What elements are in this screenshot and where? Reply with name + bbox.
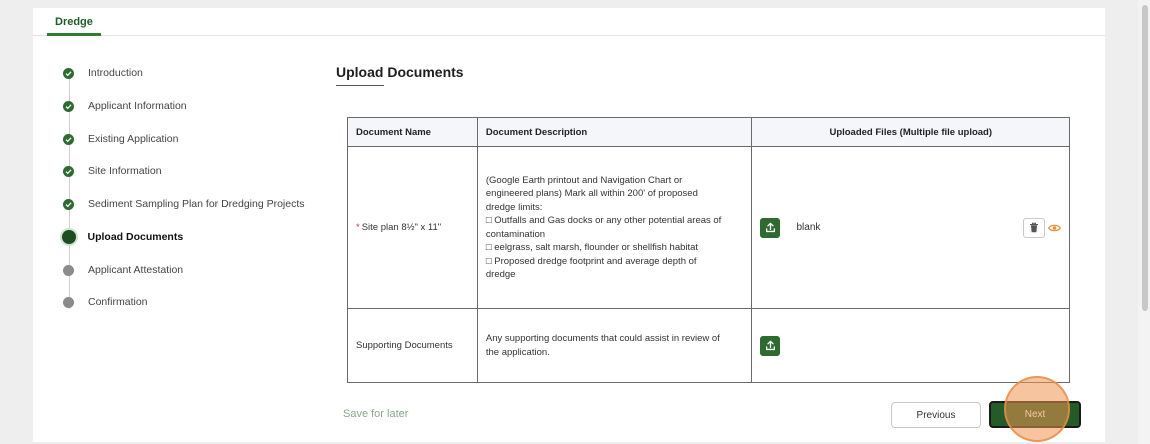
step-label: Existing Application — [88, 133, 179, 145]
step-applicant-attestation[interactable]: Applicant Attestation — [63, 260, 343, 280]
upload-icon — [765, 222, 775, 233]
description-line: (Google Earth printout and Navigation Ch… — [485, 174, 683, 186]
page-scrollbar[interactable] — [1138, 0, 1150, 444]
description-line: the application. — [485, 346, 550, 358]
step-applicant-information[interactable]: Applicant Information — [63, 96, 343, 116]
step-site-information[interactable]: Site Information — [63, 161, 343, 181]
column-header-document-description: Document Description — [476, 117, 753, 147]
section-title-underline — [336, 85, 384, 86]
step-upload-documents[interactable]: Upload Documents — [61, 227, 343, 247]
check-icon — [63, 198, 74, 210]
scrollbar-thumb[interactable] — [1142, 5, 1148, 311]
trash-icon — [1030, 222, 1038, 233]
tab-bar: Dredge — [33, 8, 1105, 36]
upload-icon — [765, 340, 775, 351]
document-name: Supporting Documents — [356, 339, 453, 351]
step-label: Introduction — [88, 67, 143, 79]
step-label: Applicant Information — [88, 100, 187, 112]
uploaded-files-cell: blank — [751, 146, 1070, 309]
step-sediment-sampling-plan[interactable]: Sediment Sampling Plan for Dredging Proj… — [63, 194, 343, 214]
previous-button[interactable]: Previous — [891, 402, 981, 428]
document-description: Any supporting documents that could assi… — [486, 332, 744, 359]
next-button[interactable]: Next — [989, 401, 1081, 428]
step-label: Sediment Sampling Plan for Dredging Proj… — [88, 198, 305, 210]
description-line: contamination — [485, 228, 546, 240]
column-header-uploaded-files: Uploaded Files (Multiple file upload) — [751, 117, 1070, 147]
table-row: * Site plan 8½" x 11" (Google Earth print… — [347, 146, 1070, 309]
eye-icon[interactable] — [1048, 223, 1061, 233]
step-label: Upload Documents — [87, 231, 184, 243]
step-label: Site Information — [88, 165, 162, 177]
description-line: engineered plans) Mark all within 200' o… — [485, 188, 698, 199]
step-confirmation[interactable]: Confirmation — [63, 292, 343, 312]
description-line: dredge — [485, 269, 516, 280]
document-description-cell: Any supporting documents that could assi… — [476, 308, 753, 383]
uploaded-files-cell — [751, 308, 1070, 383]
document-name: Site plan 8½" x 11" — [361, 221, 442, 233]
document-description: (Google Earth printout and Navigation Ch… — [486, 174, 744, 282]
document-description-cell: (Google Earth printout and Navigation Ch… — [476, 146, 753, 309]
delete-file-button[interactable] — [1023, 217, 1045, 238]
step-introduction[interactable]: Introduction — [63, 63, 343, 83]
save-for-later-link[interactable]: Save for later — [343, 408, 408, 420]
description-line: Any supporting documents that could assi… — [485, 333, 720, 344]
pending-step-icon — [63, 264, 74, 276]
check-icon — [63, 165, 74, 177]
description-line: □ eelgrass, salt marsh, flounder or shel… — [485, 242, 699, 253]
check-icon — [63, 100, 74, 112]
description-line: □ Proposed dredge footprint and average … — [485, 255, 697, 267]
step-label: Confirmation — [88, 296, 148, 308]
document-name-cell: Supporting Documents — [347, 308, 478, 383]
documents-table: Document Name Document Description Uploa… — [347, 117, 1070, 383]
step-existing-application[interactable]: Existing Application — [63, 129, 343, 149]
column-header-document-name: Document Name — [347, 117, 478, 147]
step-label: Applicant Attestation — [88, 264, 184, 276]
check-icon — [63, 67, 74, 79]
table-row: Supporting Documents Any supporting docu… — [347, 308, 1070, 383]
upload-button[interactable] — [760, 335, 781, 356]
section-title: Upload Documents — [336, 64, 464, 80]
required-marker: * — [356, 221, 360, 233]
form-card: Dredge Introduction Applicant Informatio… — [33, 8, 1105, 442]
current-step-icon — [61, 230, 76, 244]
table-header-row: Document Name Document Description Uploa… — [347, 117, 1070, 147]
description-line: dredge limits: — [485, 201, 543, 213]
document-name-cell: * Site plan 8½" x 11" — [347, 146, 478, 309]
uploaded-file-name: blank — [796, 221, 821, 233]
check-icon — [63, 133, 74, 145]
upload-button[interactable] — [760, 217, 781, 238]
pending-step-icon — [63, 296, 74, 308]
description-line: □ Outfalls and Gas docks or any other po… — [485, 215, 722, 226]
tab-dredge[interactable]: Dredge — [47, 8, 101, 36]
